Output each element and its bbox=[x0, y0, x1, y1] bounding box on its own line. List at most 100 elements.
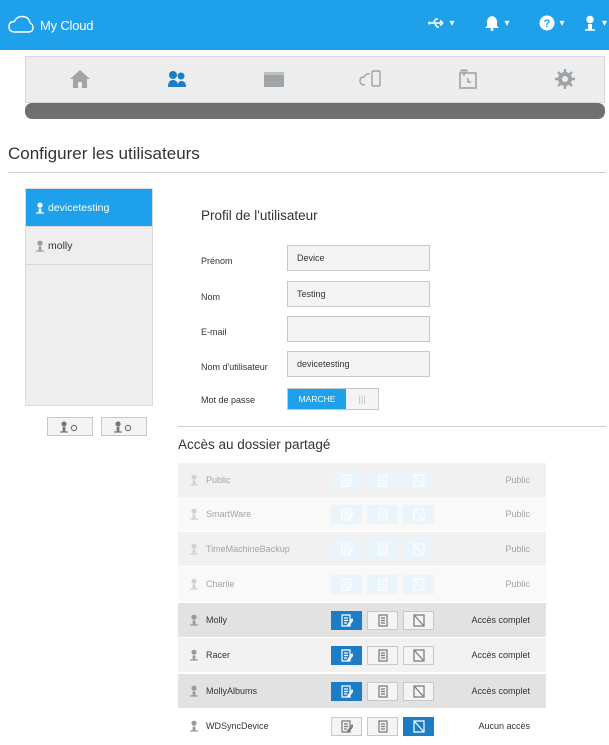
section-divider bbox=[178, 426, 606, 427]
profile-title: Profil de l'utilisateur bbox=[201, 208, 318, 223]
share-row: Public Public bbox=[178, 463, 546, 497]
read-only-button[interactable] bbox=[367, 681, 398, 701]
share-row: MollyAlbums Accès complet bbox=[178, 674, 546, 708]
share-access-level: Public bbox=[505, 579, 530, 589]
no-access-icon bbox=[412, 577, 425, 591]
share-row: Charlie Public bbox=[178, 567, 546, 601]
read-write-button[interactable] bbox=[331, 470, 362, 490]
bell-icon bbox=[485, 16, 500, 31]
share-row: TimeMachineBackup Public bbox=[178, 532, 546, 566]
read-only-icon bbox=[377, 648, 388, 662]
read-only-button[interactable] bbox=[367, 716, 398, 736]
first-name-field[interactable]: Device bbox=[287, 245, 430, 271]
no-access-button[interactable] bbox=[403, 681, 434, 701]
share-name: MollyAlbums bbox=[206, 686, 258, 696]
nav-users[interactable] bbox=[164, 67, 190, 91]
user-list-label: devicetesting bbox=[48, 201, 110, 214]
user-menu[interactable]: ▾ bbox=[579, 15, 609, 31]
share-access-level: Accès complet bbox=[471, 650, 530, 660]
no-access-button[interactable] bbox=[403, 610, 434, 630]
add-user-button[interactable] bbox=[47, 417, 93, 436]
usb-menu[interactable]: ▾ bbox=[414, 15, 469, 31]
user-list-item-molly[interactable]: molly bbox=[26, 227, 152, 265]
toggle-on-label: MARCHE bbox=[288, 389, 346, 409]
user-list-label: molly bbox=[48, 239, 73, 252]
share-access-level: Public bbox=[505, 475, 530, 485]
user-list: devicetesting molly bbox=[25, 188, 153, 406]
read-only-button[interactable] bbox=[367, 574, 398, 594]
nav-backups[interactable] bbox=[455, 67, 481, 91]
user-icon bbox=[584, 15, 595, 31]
read-only-icon bbox=[377, 507, 388, 521]
read-only-button[interactable] bbox=[367, 539, 398, 559]
read-write-button[interactable] bbox=[331, 504, 362, 524]
svg-text:?: ? bbox=[544, 18, 551, 30]
shares-icon bbox=[264, 72, 284, 87]
read-write-icon bbox=[340, 507, 353, 521]
share-row: WDSyncDevice Aucun accès bbox=[178, 709, 546, 743]
share-name: TimeMachineBackup bbox=[206, 544, 290, 554]
user-list-item-devicetesting[interactable]: devicetesting bbox=[26, 189, 152, 227]
no-access-button[interactable] bbox=[403, 470, 434, 490]
no-access-icon bbox=[412, 507, 425, 521]
no-access-icon bbox=[412, 613, 425, 627]
home-icon bbox=[70, 70, 90, 88]
share-access-level: Accès complet bbox=[471, 686, 530, 696]
password-toggle[interactable]: MARCHE ||| bbox=[287, 388, 379, 410]
read-only-button[interactable] bbox=[367, 470, 398, 490]
nav-shares[interactable] bbox=[261, 67, 287, 91]
share-name: SmartWare bbox=[206, 509, 252, 519]
share-name: Charlie bbox=[206, 579, 235, 589]
read-only-icon bbox=[377, 684, 388, 698]
user-small-icon bbox=[190, 543, 198, 555]
app-title: My Cloud bbox=[40, 17, 94, 33]
read-write-icon bbox=[340, 577, 353, 591]
user-small-icon bbox=[190, 474, 198, 486]
no-access-button[interactable] bbox=[403, 574, 434, 594]
read-write-button[interactable] bbox=[331, 539, 362, 559]
nav-cloud-access[interactable] bbox=[358, 67, 384, 91]
read-write-button[interactable] bbox=[331, 716, 362, 736]
read-only-button[interactable] bbox=[367, 645, 398, 665]
no-access-button[interactable] bbox=[403, 716, 434, 736]
share-access-level: Accès complet bbox=[471, 615, 530, 625]
nav-settings[interactable] bbox=[552, 67, 578, 91]
no-access-button[interactable] bbox=[403, 645, 434, 665]
read-write-icon bbox=[340, 684, 353, 698]
no-access-icon bbox=[412, 648, 425, 662]
no-access-icon bbox=[412, 719, 425, 733]
read-write-button[interactable] bbox=[331, 681, 362, 701]
permission-group bbox=[331, 539, 439, 559]
help-menu[interactable]: ? ▾ bbox=[524, 15, 579, 31]
read-only-icon bbox=[377, 577, 388, 591]
last-name-field[interactable]: Testing bbox=[287, 281, 430, 307]
help-icon: ? bbox=[539, 15, 555, 31]
read-write-button[interactable] bbox=[331, 574, 362, 594]
username-field[interactable]: devicetesting bbox=[287, 351, 430, 377]
remove-user-button[interactable] bbox=[101, 417, 147, 436]
permission-group bbox=[331, 504, 439, 524]
read-write-button[interactable] bbox=[331, 645, 362, 665]
shares-title: Accès au dossier partagé bbox=[178, 437, 331, 452]
no-access-icon bbox=[412, 684, 425, 698]
share-row: SmartWare Public bbox=[178, 497, 546, 531]
settings-icon bbox=[555, 69, 575, 89]
read-only-button[interactable] bbox=[367, 504, 398, 524]
share-name: Public bbox=[206, 475, 231, 485]
no-access-button[interactable] bbox=[403, 539, 434, 559]
nav-home[interactable] bbox=[67, 67, 93, 91]
user-small-icon bbox=[190, 649, 198, 661]
permission-group bbox=[331, 470, 439, 490]
cloud-access-icon bbox=[359, 70, 381, 87]
read-only-button[interactable] bbox=[367, 610, 398, 630]
page-title: Configurer les utilisateurs bbox=[8, 144, 200, 163]
brand-logo[interactable]: My Cloud bbox=[8, 15, 94, 35]
permission-group bbox=[331, 681, 439, 701]
email-field[interactable] bbox=[287, 316, 430, 342]
notifications-menu[interactable]: ▾ bbox=[469, 15, 524, 31]
user-small-icon bbox=[190, 614, 198, 626]
read-write-button[interactable] bbox=[331, 610, 362, 630]
no-access-button[interactable] bbox=[403, 504, 434, 524]
share-name: Racer bbox=[206, 650, 231, 660]
nav-scrollbar[interactable] bbox=[25, 103, 605, 119]
